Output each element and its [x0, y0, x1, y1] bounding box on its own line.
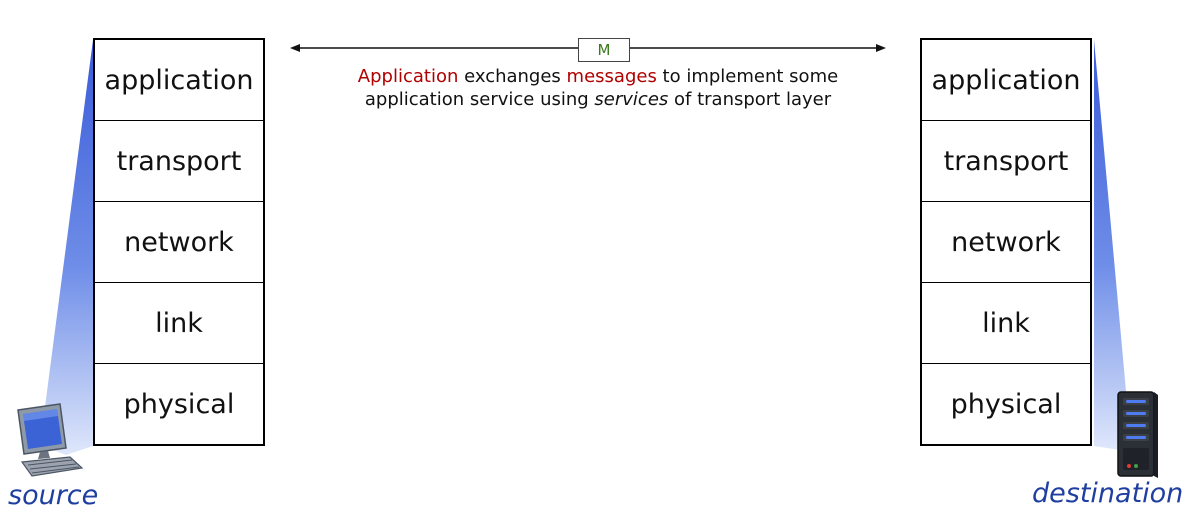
source-layer-link: link [95, 283, 263, 364]
caption: Application exchanges messages to implem… [290, 65, 906, 111]
caption-text-d: of transport layer [668, 89, 832, 110]
destination-layer-application: application [922, 40, 1090, 121]
computer-icon [17, 403, 84, 477]
caption-messages: messages [566, 66, 657, 87]
caption-services: services [594, 89, 669, 110]
destination-beam [1094, 40, 1130, 450]
source-layer-transport: transport [95, 121, 263, 202]
caption-text-c: application service using [364, 89, 595, 110]
destination-layer-link: link [922, 283, 1090, 364]
destination-protocol-stack: application transport network link physi… [920, 38, 1092, 446]
caption-text-a: exchanges [458, 66, 567, 87]
message-box: M [578, 38, 630, 62]
protocol-stack-diagram: application transport network link physi… [0, 0, 1190, 518]
server-icon [1117, 391, 1158, 478]
caption-line-1: Application exchanges messages to implem… [290, 65, 906, 88]
caption-application: Application [357, 66, 459, 87]
destination-label: destination [1032, 478, 1184, 509]
caption-line-2: application service using services of tr… [290, 88, 906, 111]
source-protocol-stack: application transport network link physi… [93, 38, 265, 446]
caption-text-b: to implement some [656, 66, 839, 87]
source-beam [40, 40, 93, 455]
destination-layer-physical: physical [950, 388, 1062, 420]
destination-layer-transport: transport [922, 121, 1090, 202]
source-layer-application: application [95, 40, 263, 121]
source-label: source [8, 480, 99, 511]
source-layer-physical: physical [123, 388, 235, 420]
source-layer-network: network [95, 202, 263, 283]
message-label: M [597, 41, 611, 59]
destination-layer-network: network [922, 202, 1090, 283]
